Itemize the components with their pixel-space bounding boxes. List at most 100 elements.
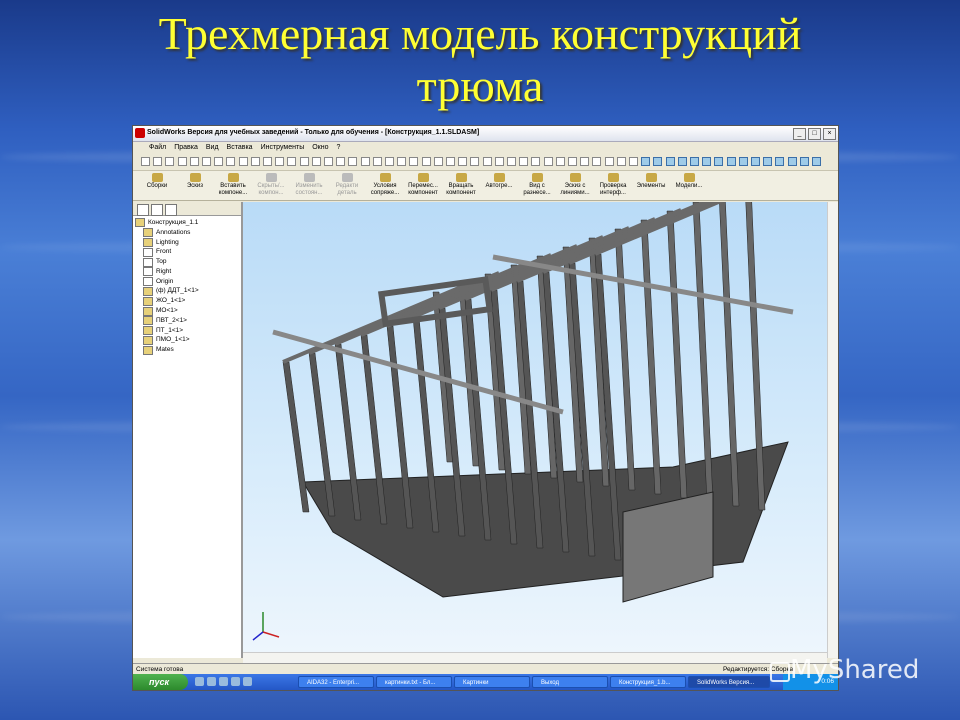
toolbar-icon[interactable] <box>799 157 809 166</box>
toolbar-icon[interactable] <box>202 157 211 166</box>
toolbar-icon[interactable] <box>519 157 529 166</box>
toolbar-icon[interactable] <box>775 157 785 166</box>
toolbar-icon[interactable] <box>397 157 407 166</box>
menu-edit[interactable]: Правка <box>174 142 198 153</box>
tree-node-component[interactable]: МО<1> <box>135 306 241 316</box>
toolbar-icon[interactable] <box>421 157 431 166</box>
toolbar-icon[interactable] <box>629 157 638 166</box>
tree-node-mates[interactable]: Mates <box>135 345 241 355</box>
toolbar-icon[interactable] <box>787 157 797 166</box>
toolbar-icon[interactable] <box>153 157 163 166</box>
menu-help[interactable]: ? <box>337 142 341 153</box>
tool-features[interactable]: Элементы <box>633 171 669 200</box>
toolbar-icon[interactable] <box>446 157 455 166</box>
toolbar-icon[interactable] <box>165 157 175 166</box>
toolbar-icon[interactable] <box>812 157 821 166</box>
tool-edit-part[interactable]: Редакти деталь <box>329 171 365 200</box>
toolbar-icon[interactable] <box>177 157 187 166</box>
maximize-button[interactable]: □ <box>808 128 821 140</box>
tool-models[interactable]: Модели... <box>671 171 707 200</box>
horizontal-scrollbar[interactable] <box>243 652 827 663</box>
toolbar-icon[interactable] <box>702 157 712 166</box>
toolbar-icon[interactable] <box>324 157 333 166</box>
toolbar-icon[interactable] <box>580 157 590 166</box>
menu-window[interactable]: Окно <box>312 142 328 153</box>
toolbar-icon[interactable] <box>751 157 760 166</box>
menu-file[interactable]: Файл <box>149 142 166 153</box>
toolbar-icon[interactable] <box>385 157 394 166</box>
toolbar-icon[interactable] <box>653 157 663 166</box>
toolbar-icon[interactable] <box>299 157 309 166</box>
toolbar-icon[interactable] <box>616 157 626 166</box>
feature-tree-tab[interactable] <box>137 204 149 216</box>
tree-node-right[interactable]: Right <box>135 267 241 277</box>
toolbar-icon[interactable] <box>592 157 602 166</box>
taskbar-item-active[interactable]: SolidWorks Версия... <box>688 676 770 688</box>
tool-explode-line-sketch[interactable]: Эскиз с линиями... <box>557 171 593 200</box>
toolbar-icon[interactable] <box>543 157 553 166</box>
tree-node-lighting[interactable]: Lighting <box>135 237 241 248</box>
toolbar-icon[interactable] <box>409 157 419 166</box>
toolbar-icon[interactable] <box>238 157 248 166</box>
quick-launch-icon[interactable] <box>219 677 228 686</box>
tree-node-assembly[interactable]: Конструкция_1.1 <box>135 218 241 228</box>
taskbar-item[interactable]: AIDA32 - Enterpri... <box>298 676 374 688</box>
tool-assemblies[interactable]: Сборки <box>139 171 175 200</box>
toolbar-icon[interactable] <box>531 157 541 166</box>
property-tab[interactable] <box>151 204 163 216</box>
toolbar-icon[interactable] <box>738 157 748 166</box>
toolbar-icon[interactable] <box>494 157 504 166</box>
tool-exploded-view[interactable]: Вид с разнесе... <box>519 171 555 200</box>
toolbar-icon[interactable] <box>275 157 285 166</box>
taskbar-item[interactable]: картинки.txt - Бл... <box>376 676 452 688</box>
toolbar-icon[interactable] <box>263 157 272 166</box>
toolbar-icon[interactable] <box>311 157 321 166</box>
tree-node-component[interactable]: ЖО_1<1> <box>135 296 241 306</box>
toolbar-icon[interactable] <box>641 157 651 166</box>
vertical-scrollbar[interactable] <box>827 202 838 658</box>
config-tab[interactable] <box>165 204 177 216</box>
toolbar-icon[interactable] <box>726 157 736 166</box>
toolbar-icon[interactable] <box>677 157 687 166</box>
toolbar-icon[interactable] <box>360 157 370 166</box>
toolbar-icon[interactable] <box>714 157 724 166</box>
toolbar-icon[interactable] <box>226 157 236 166</box>
quick-launch-icon[interactable] <box>243 677 252 686</box>
toolbar-icon[interactable] <box>604 157 614 166</box>
toolbar-icon[interactable] <box>555 157 565 166</box>
tool-sketch[interactable]: Эскиз <box>177 171 213 200</box>
graphics-viewport[interactable] <box>243 202 827 658</box>
menu-insert[interactable]: Вставка <box>227 142 253 153</box>
quick-launch-icon[interactable] <box>207 677 216 686</box>
toolbar-icon[interactable] <box>763 157 773 166</box>
tree-node-component[interactable]: ПВТ_2<1> <box>135 316 241 326</box>
tool-interference-check[interactable]: Проверка интерф... <box>595 171 631 200</box>
tool-insert-component[interactable]: Вставить компоне... <box>215 171 251 200</box>
toolbar-icon[interactable] <box>141 157 150 166</box>
tool-hide-component[interactable]: Скрыть/... компон... <box>253 171 289 200</box>
toolbar-icon[interactable] <box>214 157 224 166</box>
toolbar-icon[interactable] <box>690 157 699 166</box>
quick-launch-icon[interactable] <box>231 677 240 686</box>
tree-node-origin[interactable]: Origin <box>135 277 241 287</box>
menu-view[interactable]: Вид <box>206 142 219 153</box>
menu-tools[interactable]: Инструменты <box>261 142 305 153</box>
tool-mates[interactable]: Условия сопряже... <box>367 171 403 200</box>
tool-change-state[interactable]: Изменить состоян... <box>291 171 327 200</box>
tree-node-annotations[interactable]: Annotations <box>135 228 241 238</box>
toolbar-icon[interactable] <box>568 157 577 166</box>
toolbar-icon[interactable] <box>482 157 492 166</box>
tree-node-front[interactable]: Front <box>135 247 241 257</box>
toolbar-icon[interactable] <box>372 157 382 166</box>
tree-node-top[interactable]: Top <box>135 257 241 267</box>
taskbar-item[interactable]: Картинки <box>454 676 530 688</box>
toolbar-icon[interactable] <box>189 157 199 166</box>
tree-node-component[interactable]: (ф) ДДТ_1<1> <box>135 286 241 297</box>
toolbar-icon[interactable] <box>665 157 675 166</box>
toolbar-icon[interactable] <box>348 157 358 166</box>
close-button[interactable]: × <box>823 128 836 140</box>
toolbar-icon[interactable] <box>458 157 468 166</box>
quick-launch-icon[interactable] <box>195 677 204 686</box>
toolbar-icon[interactable] <box>336 157 346 166</box>
toolbar-icon[interactable] <box>250 157 260 166</box>
